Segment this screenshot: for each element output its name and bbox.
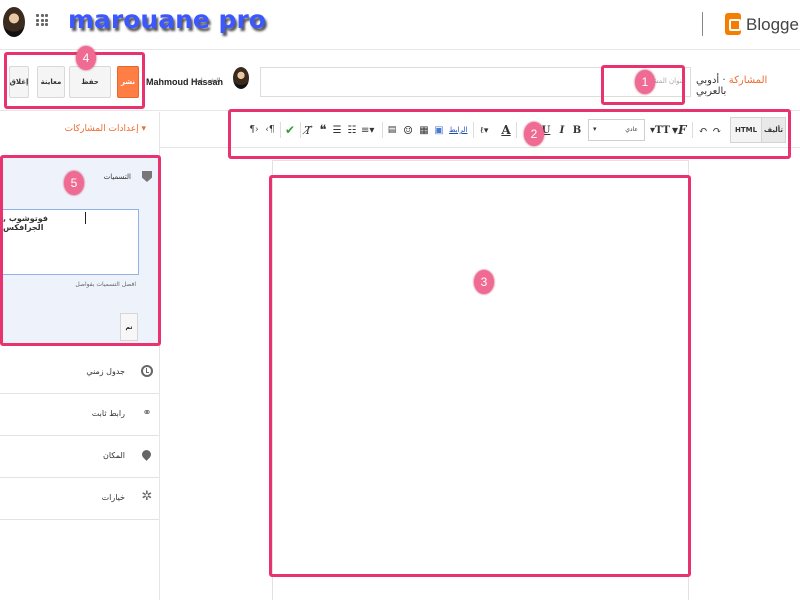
sidebar-item-permalink[interactable]: رابط ثابت ⚭ <box>0 394 159 436</box>
apps-grid-icon[interactable] <box>36 14 48 26</box>
post-settings-header[interactable]: إعدادات المشاركات ▾ <box>0 124 158 134</box>
blogger-app-name[interactable]: Blogger <box>746 15 800 35</box>
gear-icon: ✲ <box>141 489 153 504</box>
sidebar-item-schedule[interactable]: جدول زمني <box>0 352 159 394</box>
annotation-marker: 4 <box>76 46 96 70</box>
top-bar: marouane pro Blogger <box>0 0 800 50</box>
blogger-logo-icon[interactable] <box>725 13 741 35</box>
sidebar-item-label: خيارات <box>101 493 125 502</box>
breadcrumb: المشاركة · أدوبي بالعربي <box>696 75 800 97</box>
sidebar-item-location[interactable]: المكان <box>0 436 159 478</box>
annotation-marker: 3 <box>474 270 494 294</box>
account-avatar[interactable] <box>3 7 25 37</box>
clock-icon <box>141 365 153 377</box>
sidebar-item-label: جدول زمني <box>86 367 125 376</box>
sidebar-item-options[interactable]: خيارات ✲ <box>0 478 159 520</box>
annotation-marker: 1 <box>635 70 655 94</box>
annotation-marker: 5 <box>64 171 84 195</box>
author-prefix: النشر باسم <box>192 77 221 84</box>
sidebar-item-label: رابط ثابت <box>91 409 125 418</box>
link-icon: ⚭ <box>142 406 152 419</box>
breadcrumb-current: المشاركة <box>728 75 768 86</box>
annotation-box-actions <box>4 52 145 109</box>
collapse-arrow-icon: ▾ <box>141 124 146 134</box>
annotation-box-toolbar <box>228 109 791 159</box>
blogger-editor-window: { "header": { "brand_overlay": "marouane… <box>0 0 800 600</box>
header-divider <box>702 12 703 36</box>
annotation-marker: 2 <box>524 122 544 146</box>
sidebar-item-label: المكان <box>102 451 125 460</box>
breadcrumb-separator: · <box>722 75 726 86</box>
brand-overlay-text: marouane pro <box>68 5 266 34</box>
annotation-box-editor <box>269 175 691 577</box>
location-pin-icon <box>140 448 153 461</box>
author-avatar[interactable] <box>233 67 249 89</box>
post-settings-title: إعدادات المشاركات <box>64 124 139 134</box>
